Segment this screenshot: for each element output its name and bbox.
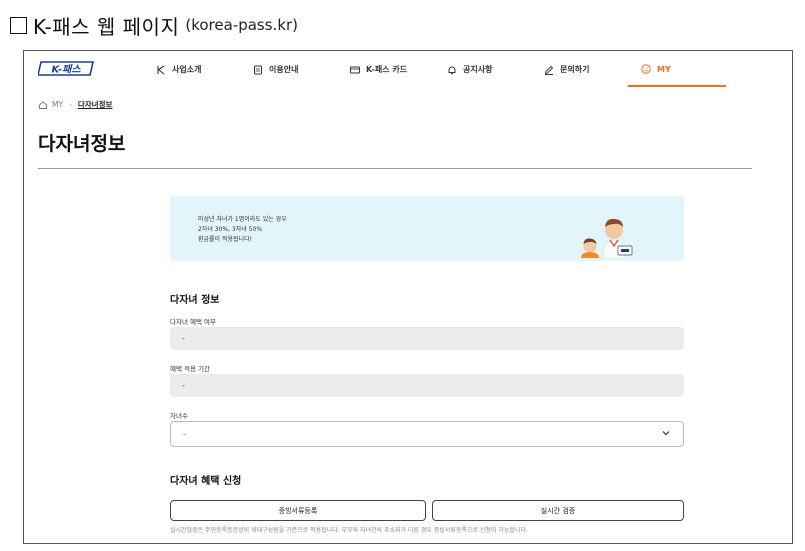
nav-item-inquiry[interactable]: 문의하기 (544, 64, 589, 75)
realtime-verify-button[interactable]: 실시간 검증 (432, 500, 684, 521)
nav-item-my[interactable]: MY (641, 64, 671, 74)
chevron-down-icon (662, 431, 670, 436)
checkbox-square-icon (10, 16, 27, 34)
chevron-right-icon: › (69, 100, 72, 109)
banner-line: 미성년 자녀가 1명이라도 있는 경우 (198, 216, 287, 223)
k-symbol-icon (157, 65, 165, 74)
breadcrumb: MY › 다자녀정보 (38, 99, 112, 110)
card-icon (350, 66, 360, 73)
select-value: - (183, 429, 186, 439)
field-value: - (182, 381, 185, 390)
nav-item-guide[interactable]: 이용안내 (253, 64, 298, 75)
benefit-period-field: - (170, 374, 684, 397)
banner-line: 환급률이 적용됩니다! (198, 236, 252, 243)
section-title-info: 다자녀 정보 (170, 295, 220, 306)
nav-label: 공지사항 (463, 65, 493, 74)
field-value: - (182, 334, 185, 343)
breadcrumb-home[interactable]: MY (52, 100, 63, 109)
field-label-children: 자녀수 (170, 412, 188, 420)
caption-url: (korea-pass.kr) (185, 16, 299, 34)
field-label-benefit: 다자녀 혜택 여부 (170, 318, 216, 326)
family-illustration-icon (581, 218, 633, 258)
pencil-icon (544, 65, 554, 75)
caption-title: K-패스 웹 페이지 (33, 14, 180, 39)
browser-screenshot: K-패스 사업소개 이용안내 K-패스 카드 공지사항 문의하기 MY MY ›… (23, 50, 793, 544)
nav-label: 이용안내 (269, 65, 299, 74)
banner-text: 미성년 자녀가 1명이라도 있는 경우 2자녀 30%, 3자녀 50% 환급률… (198, 215, 287, 245)
nav-item-notice[interactable]: 공지사항 (447, 64, 492, 75)
info-banner: 미성년 자녀가 1명이라도 있는 경우 2자녀 30%, 3자녀 50% 환급률… (170, 196, 684, 261)
nav-label: MY (657, 64, 671, 74)
divider (38, 168, 752, 169)
bell-icon (448, 66, 456, 74)
banner-line: 2자녀 30%, 3자녀 50% (198, 226, 263, 233)
nav-label: 문의하기 (560, 65, 590, 74)
breadcrumb-current[interactable]: 다자녀정보 (78, 99, 113, 110)
nav-label: K-패스 카드 (366, 65, 408, 74)
nav-label: 사업소개 (172, 65, 202, 74)
k-pass-logo[interactable]: K-패스 (38, 59, 96, 79)
document-icon (254, 65, 262, 74)
document-upload-button[interactable]: 증빙서류등록 (170, 500, 426, 521)
page-title: 다자녀정보 (38, 133, 126, 155)
nav-item-card[interactable]: K-패스 카드 (350, 64, 407, 75)
top-navigation: K-패스 사업소개 이용안내 K-패스 카드 공지사항 문의하기 MY (24, 51, 792, 89)
active-tab-indicator (628, 85, 726, 87)
apply-note: 실시간검증은 주민등록등본상의 세대구성원을 기준으로 적용됩니다. 부모와 자… (170, 527, 528, 534)
home-icon[interactable] (38, 100, 48, 110)
section-title-apply: 다자녀 혜택 신청 (170, 476, 242, 487)
benefit-status-field: - (170, 327, 684, 350)
smile-icon (641, 64, 651, 74)
children-count-select[interactable]: - (170, 421, 684, 447)
field-label-period: 혜택 적용 기간 (170, 365, 211, 373)
nav-item-about[interactable]: 사업소개 (156, 64, 201, 75)
logo-text: K-패스 (51, 64, 81, 76)
document-caption: K-패스 웹 페이지 (korea-pass.kr) (6, 10, 298, 40)
